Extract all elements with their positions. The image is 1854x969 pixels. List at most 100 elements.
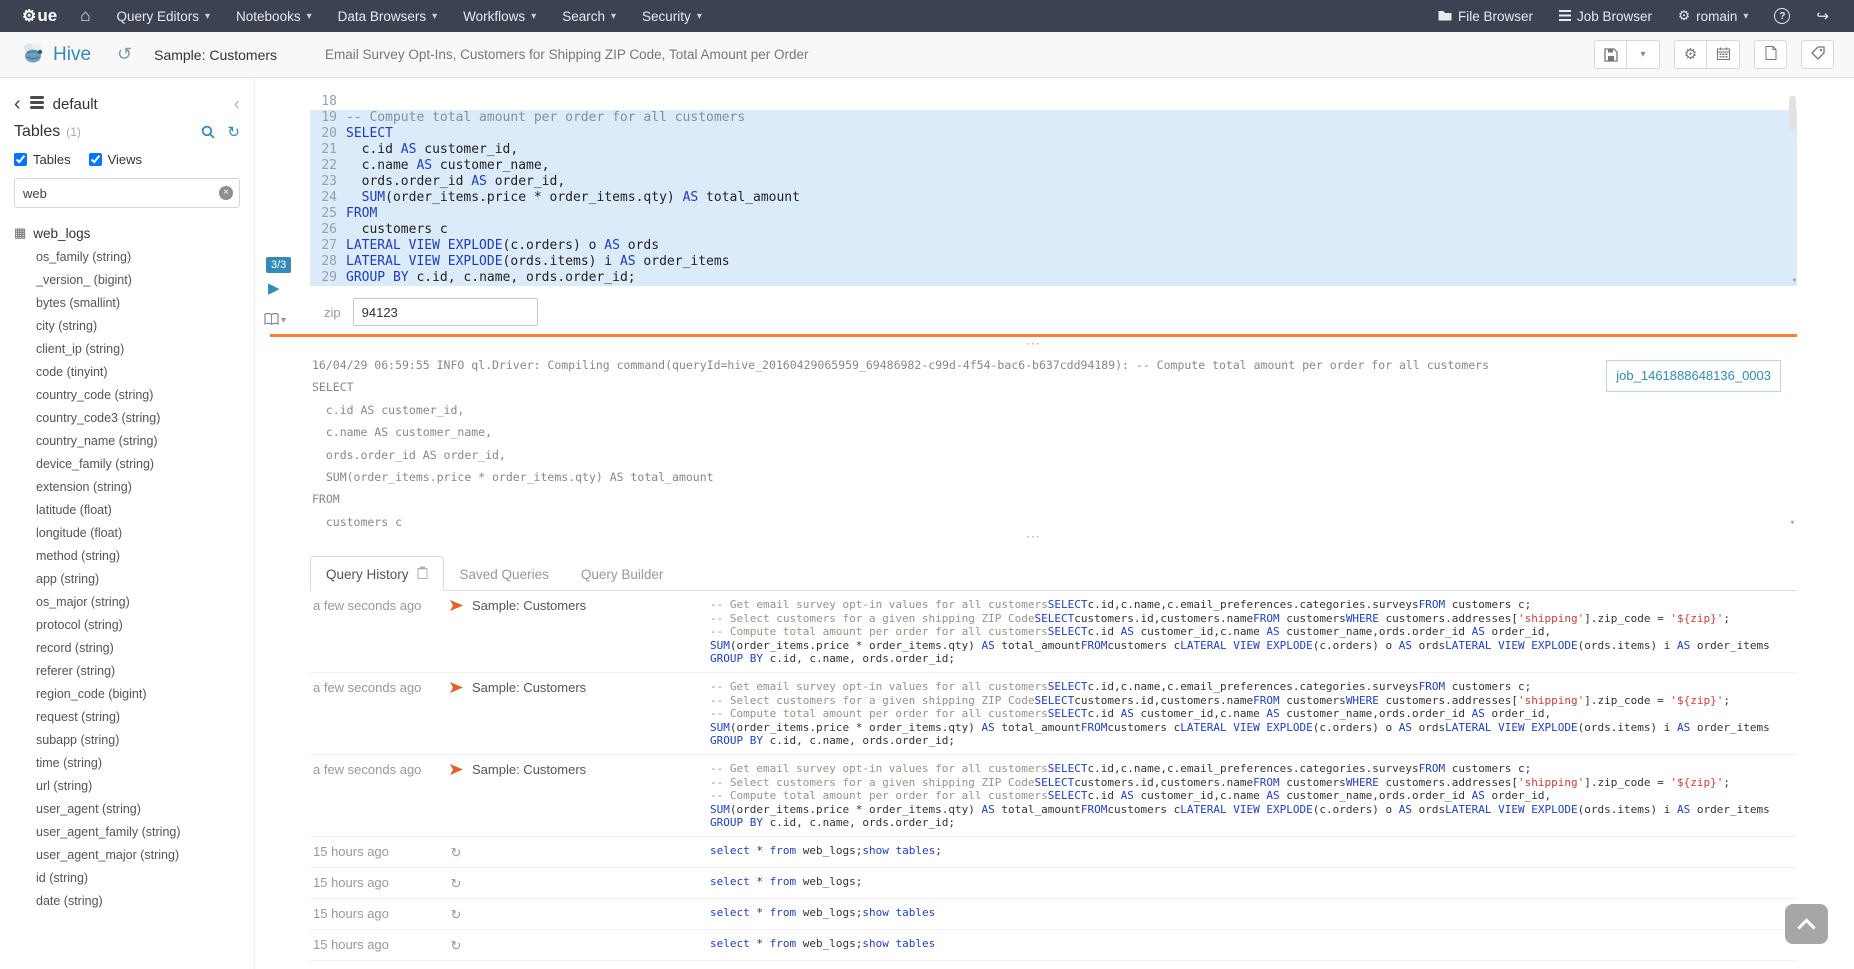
editor-line[interactable]: 24 SUM(order_items.price * order_items.q… (310, 190, 1797, 206)
nav-user-menu[interactable]: ⚙ romain ▾ (1665, 0, 1761, 32)
column-item-_version_[interactable]: _version_ (bigint) (14, 269, 240, 292)
editor-line[interactable]: 20SELECT (310, 126, 1797, 142)
back-chevron-icon[interactable]: ‹ (14, 94, 21, 114)
save-button[interactable] (1594, 40, 1627, 69)
resize-handle-top[interactable]: ⋯ (270, 337, 1797, 352)
column-item-bytes[interactable]: bytes (smallint) (14, 292, 240, 315)
nav-logout[interactable]: ↪ (1803, 0, 1842, 32)
nav-menu-workflows[interactable]: Workflows▾ (450, 0, 549, 32)
history-row[interactable]: 15 hours ago↻select * from web_logs;show… (310, 899, 1797, 930)
column-item-time[interactable]: time (string) (14, 752, 240, 775)
editor-line[interactable]: 28LATERAL VIEW EXPLODE(ords.items) i AS … (310, 254, 1797, 270)
save-dropdown-button[interactable]: ▾ (1627, 40, 1660, 69)
views-checkbox-input[interactable] (89, 153, 102, 166)
column-item-country_code[interactable]: country_code (string) (14, 384, 240, 407)
job-link[interactable]: job_1461888648136_0003 (1606, 360, 1781, 392)
history-sql-preview[interactable]: -- Get email survey opt-in values for al… (710, 598, 1797, 666)
tags-button[interactable] (1801, 40, 1834, 69)
refresh-icon[interactable]: ↻ (227, 123, 240, 141)
history-row[interactable]: 15 hours ago↻select * from web_logs;show… (310, 961, 1797, 969)
history-sql-preview[interactable]: select * from web_logs;show tables (710, 906, 1797, 920)
editor-line[interactable]: 27LATERAL VIEW EXPLODE(c.orders) o AS or… (310, 238, 1797, 254)
variable-input[interactable] (353, 298, 538, 326)
history-sql-preview[interactable]: -- Get email survey opt-in values for al… (710, 762, 1797, 830)
tables-checkbox-input[interactable] (14, 153, 27, 166)
column-item-date[interactable]: date (string) (14, 890, 240, 913)
nav-job-browser[interactable]: Job Browser (1546, 0, 1665, 32)
column-item-region_code[interactable]: region_code (bigint) (14, 683, 240, 706)
resize-handle-bottom[interactable]: ⋯ (270, 530, 1797, 545)
editor-line[interactable]: 22 c.name AS customer_name, (310, 158, 1797, 174)
editor-line[interactable]: 21 c.id AS customer_id, (310, 142, 1797, 158)
history-row[interactable]: 15 hours ago↻select * from web_logs; (310, 868, 1797, 899)
column-item-id[interactable]: id (string) (14, 867, 240, 890)
column-item-referer[interactable]: referer (string) (14, 660, 240, 683)
scrollbar-down-arrow[interactable]: ▾ (1792, 277, 1797, 286)
tab-query-history[interactable]: Query History (310, 556, 444, 591)
nav-menu-query-editors[interactable]: Query Editors▾ (103, 0, 223, 32)
settings-button[interactable]: ⚙ (1674, 40, 1707, 69)
column-item-client_ip[interactable]: client_ip (string) (14, 338, 240, 361)
column-item-country_name[interactable]: country_name (string) (14, 430, 240, 453)
hue-logo[interactable]: ⚙ue (12, 6, 67, 26)
execute-button[interactable]: ▶ (268, 281, 280, 296)
scrollbar-thumb[interactable] (1789, 96, 1796, 130)
editor-line[interactable]: 18 (310, 94, 1797, 110)
search-icon[interactable] (201, 125, 215, 139)
query-title[interactable]: Sample: Customers (154, 47, 277, 63)
history-sql-preview[interactable]: select * from web_logs; (710, 875, 1797, 889)
table-item-web-logs[interactable]: ▦ web_logs (14, 220, 240, 246)
column-item-user_agent_family[interactable]: user_agent_family (string) (14, 821, 240, 844)
history-row[interactable]: a few seconds agoSample: Customers-- Get… (310, 591, 1797, 673)
editor-line[interactable]: 23 ords.order_id AS order_id, (310, 174, 1797, 190)
column-item-extension[interactable]: extension (string) (14, 476, 240, 499)
history-row[interactable]: a few seconds agoSample: Customers-- Get… (310, 673, 1797, 755)
editor-scrollbar[interactable]: ▾ (1788, 94, 1797, 286)
column-item-longitude[interactable]: longitude (float) (14, 522, 240, 545)
tab-query-builder[interactable]: Query Builder (565, 556, 680, 591)
column-item-user_agent_major[interactable]: user_agent_major (string) (14, 844, 240, 867)
save-to-notebook-button[interactable]: ▾ (264, 313, 286, 328)
history-sql-preview[interactable]: -- Get email survey opt-in values for al… (710, 680, 1797, 748)
history-row[interactable]: 15 hours ago↻select * from web_logs;show… (310, 930, 1797, 961)
column-item-city[interactable]: city (string) (14, 315, 240, 338)
column-item-country_code3[interactable]: country_code3 (string) (14, 407, 240, 430)
editor-line[interactable]: 25FROM (310, 206, 1797, 222)
collapse-chevron-icon[interactable]: ‹ (234, 95, 240, 114)
column-item-device_family[interactable]: device_family (string) (14, 453, 240, 476)
column-item-method[interactable]: method (string) (14, 545, 240, 568)
editor-line[interactable]: 29GROUP BY c.id, c.name, ords.order_id; (310, 270, 1797, 286)
hive-app-brand[interactable]: Hive (20, 41, 91, 68)
column-item-url[interactable]: url (string) (14, 775, 240, 798)
document-button[interactable] (1754, 40, 1787, 69)
nav-menu-notebooks[interactable]: Notebooks▾ (223, 0, 325, 32)
nav-file-browser[interactable]: File Browser (1425, 0, 1546, 32)
column-item-subapp[interactable]: subapp (string) (14, 729, 240, 752)
sql-editor[interactable]: 1819-- Compute total amount per order fo… (310, 94, 1797, 286)
nav-menu-data-browsers[interactable]: Data Browsers▾ (325, 0, 451, 32)
tab-saved-queries[interactable]: Saved Queries (444, 556, 565, 591)
query-history-icon[interactable]: ↺ (117, 44, 132, 65)
scroll-to-top-button[interactable] (1785, 904, 1828, 944)
history-row[interactable]: 15 hours ago↻select * from web_logs;show… (310, 837, 1797, 868)
column-item-app[interactable]: app (string) (14, 568, 240, 591)
table-search-input[interactable] (14, 178, 240, 208)
database-name[interactable]: default (53, 96, 98, 113)
column-item-user_agent[interactable]: user_agent (string) (14, 798, 240, 821)
column-item-os_major[interactable]: os_major (string) (14, 591, 240, 614)
column-item-code[interactable]: code (tinyint) (14, 361, 240, 384)
filter-views-checkbox[interactable]: Views (89, 152, 142, 167)
editor-line[interactable]: 19-- Compute total amount per order for … (310, 110, 1797, 126)
nav-home[interactable]: ⌂ (67, 0, 103, 32)
history-sql-preview[interactable]: select * from web_logs;show tables (710, 937, 1797, 951)
nav-menu-search[interactable]: Search▾ (549, 0, 629, 32)
clear-search-icon[interactable]: × (219, 186, 233, 200)
column-item-os_family[interactable]: os_family (string) (14, 246, 240, 269)
column-item-record[interactable]: record (string) (14, 637, 240, 660)
filter-tables-checkbox[interactable]: Tables (14, 152, 71, 167)
column-item-request[interactable]: request (string) (14, 706, 240, 729)
nav-menu-security[interactable]: Security▾ (629, 0, 715, 32)
column-item-protocol[interactable]: protocol (string) (14, 614, 240, 637)
history-sql-preview[interactable]: select * from web_logs;show tables; (710, 844, 1797, 858)
nav-help[interactable]: ? (1761, 0, 1803, 32)
